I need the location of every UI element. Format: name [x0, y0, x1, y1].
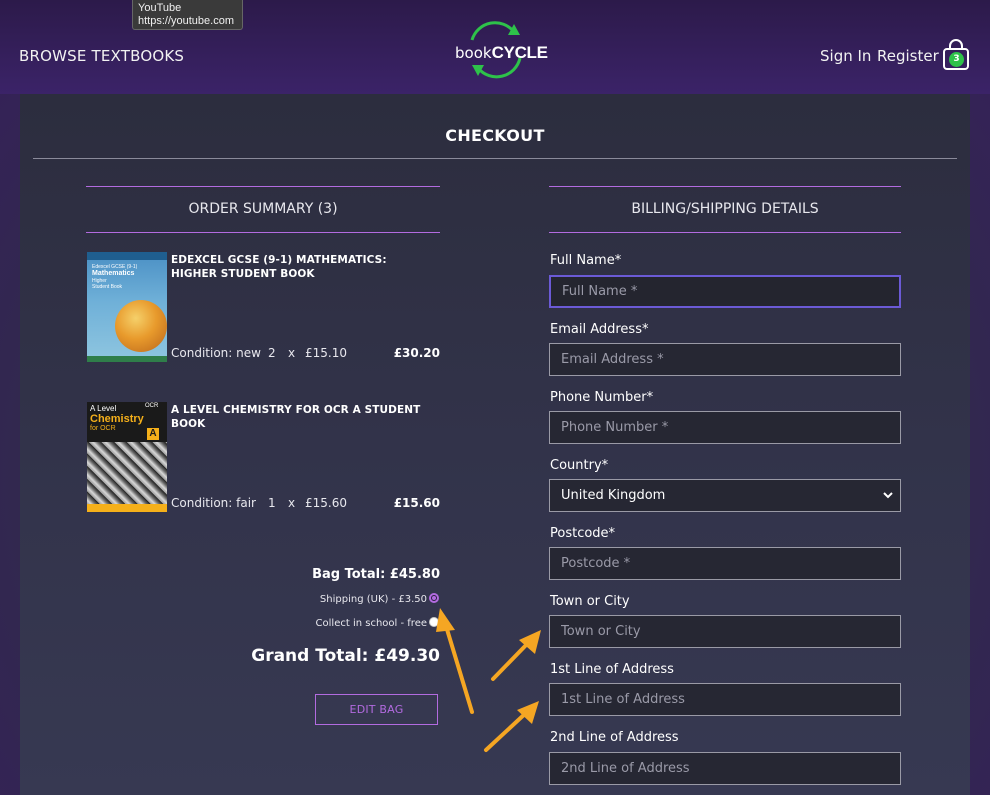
email-label: Email Address*: [550, 322, 649, 337]
browse-textbooks-link[interactable]: BROWSE TEXTBOOKS: [19, 47, 184, 65]
address1-input[interactable]: [549, 683, 901, 716]
billing-title: BILLING/SHIPPING DETAILS: [631, 201, 819, 217]
full-name-label: Full Name*: [550, 253, 622, 268]
chevron-down-icon: [882, 480, 894, 524]
billing-top-line: [549, 186, 901, 187]
bookcycle-logo[interactable]: bookCYCLE: [448, 18, 548, 84]
edit-bag-button[interactable]: EDIT BAG: [315, 694, 438, 725]
town-label: Town or City: [550, 594, 630, 609]
shipping-uk-label: Shipping (UK) - £3.50: [319, 594, 427, 605]
book-unit-price: £15.60: [305, 496, 347, 510]
order-summary-top-line: [86, 186, 440, 187]
shipping-uk-radio[interactable]: [429, 593, 439, 603]
link-tooltip: YouTube https://youtube.com: [132, 0, 243, 30]
order-summary-bottom-line: [86, 232, 440, 233]
sign-in-link[interactable]: Sign In: [820, 47, 871, 65]
tooltip-title: YouTube: [138, 2, 182, 14]
billing-bottom-line: [549, 232, 901, 233]
book-condition: Condition: fair: [171, 496, 256, 510]
country-select[interactable]: United Kingdom: [549, 479, 901, 512]
phone-input[interactable]: [549, 411, 901, 444]
collect-in-school-label: Collect in school - free: [315, 618, 427, 629]
book-title[interactable]: A LEVEL CHEMISTRY FOR OCR A STUDENT BOOK: [171, 403, 431, 431]
logo-wordmark: bookCYCLE: [455, 43, 548, 62]
grand-total: Grand Total: £49.30: [251, 646, 440, 666]
quantity-multiplier: x: [288, 496, 296, 510]
country-selected-value: United Kingdom: [561, 488, 666, 503]
book-line-total: £15.60: [393, 496, 440, 510]
title-divider: [33, 158, 957, 159]
town-input[interactable]: [549, 615, 901, 648]
book-quantity: 2: [268, 346, 276, 360]
book-condition: Condition: new: [171, 346, 261, 360]
book-cover-image[interactable]: A Level Chemistry for OCR A OCR: [87, 402, 167, 512]
postcode-input[interactable]: [549, 547, 901, 580]
address1-label: 1st Line of Address: [550, 662, 674, 677]
book-title[interactable]: EDEXCEL GCSE (9-1) MATHEMATICS: HIGHER S…: [171, 253, 431, 281]
order-summary-title: ORDER SUMMARY (3): [188, 201, 338, 217]
country-label: Country*: [550, 458, 609, 473]
email-input[interactable]: [549, 343, 901, 376]
full-name-input[interactable]: [549, 275, 901, 308]
bag-count-badge: 3: [949, 52, 964, 67]
book-cover-image[interactable]: Edexcel GCSE (9-1) Mathematics Higher St…: [87, 252, 167, 362]
book-unit-price: £15.10: [305, 346, 347, 360]
bag-total: Bag Total: £45.80: [312, 567, 440, 582]
postcode-label: Postcode*: [550, 526, 616, 541]
address2-label: 2nd Line of Address: [550, 730, 679, 745]
address2-input[interactable]: [549, 752, 901, 785]
tooltip-url: https://youtube.com: [138, 15, 234, 27]
shopping-bag-button[interactable]: 3: [941, 39, 971, 71]
page-title: CHECKOUT: [445, 126, 545, 145]
book-quantity: 1: [268, 496, 276, 510]
book-line-total: £30.20: [393, 346, 440, 360]
quantity-multiplier: x: [288, 346, 296, 360]
register-link[interactable]: Register: [877, 47, 939, 65]
collect-in-school-radio[interactable]: [429, 617, 439, 627]
phone-label: Phone Number*: [550, 390, 654, 405]
